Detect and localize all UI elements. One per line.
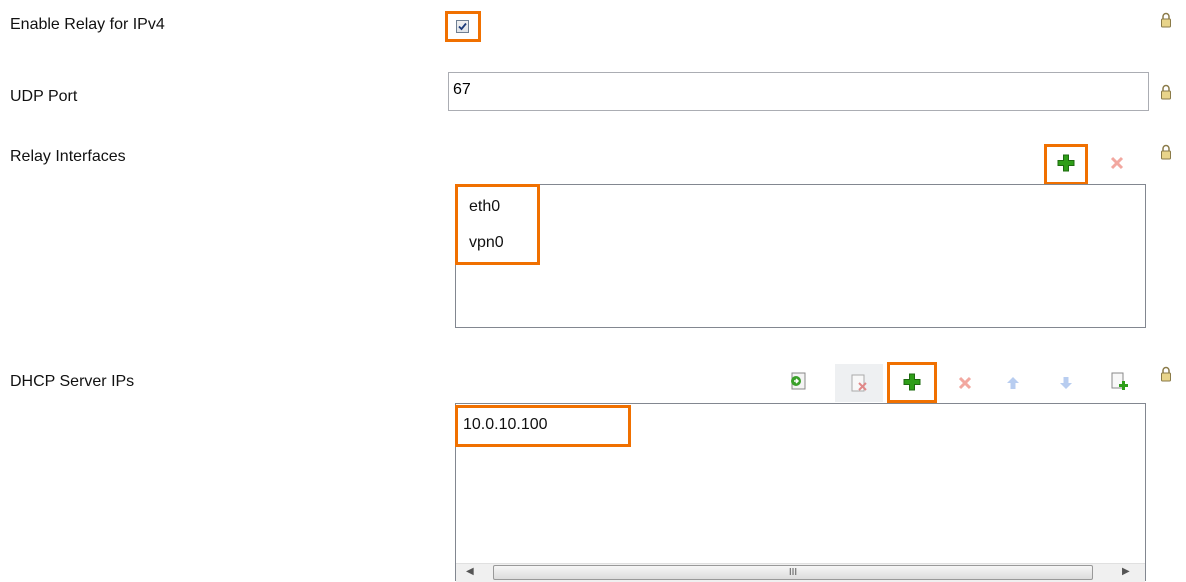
list-item[interactable]: eth0: [469, 198, 500, 216]
scroll-right-icon[interactable]: ▶: [1122, 566, 1130, 577]
move-down-icon[interactable]: [1055, 372, 1077, 394]
udp-port-label: UDP Port: [10, 88, 78, 105]
enable-relay-label: Enable Relay for IPv4: [10, 16, 165, 33]
relay-interfaces-list[interactable]: [455, 184, 1146, 328]
list-item[interactable]: vpn0: [469, 234, 504, 252]
move-up-icon[interactable]: [1002, 372, 1024, 394]
lock-icon: [1160, 12, 1172, 28]
import-icon[interactable]: [787, 370, 809, 392]
delete-icon[interactable]: [954, 372, 976, 394]
list-item[interactable]: 10.0.10.100: [463, 416, 548, 434]
add-icon[interactable]: [901, 371, 923, 393]
lock-icon: [1160, 366, 1172, 382]
lock-icon: [1160, 84, 1172, 100]
lock-icon: [1160, 144, 1172, 160]
enable-relay-checkbox[interactable]: [456, 20, 469, 33]
highlight-box: [455, 184, 540, 265]
dhcp-server-ips-label: DHCP Server IPs: [10, 373, 135, 390]
scroll-left-icon[interactable]: ◀: [466, 566, 474, 577]
udp-port-input[interactable]: 67: [448, 72, 1149, 111]
add-icon[interactable]: [1055, 152, 1077, 174]
add-page-icon[interactable]: [1108, 371, 1130, 393]
checkmark-icon: [458, 22, 467, 31]
delete-icon[interactable]: [1106, 152, 1128, 174]
clear-list-icon[interactable]: [848, 372, 870, 394]
scrollbar-thumb[interactable]: III: [493, 565, 1093, 580]
relay-interfaces-label: Relay Interfaces: [10, 148, 126, 165]
